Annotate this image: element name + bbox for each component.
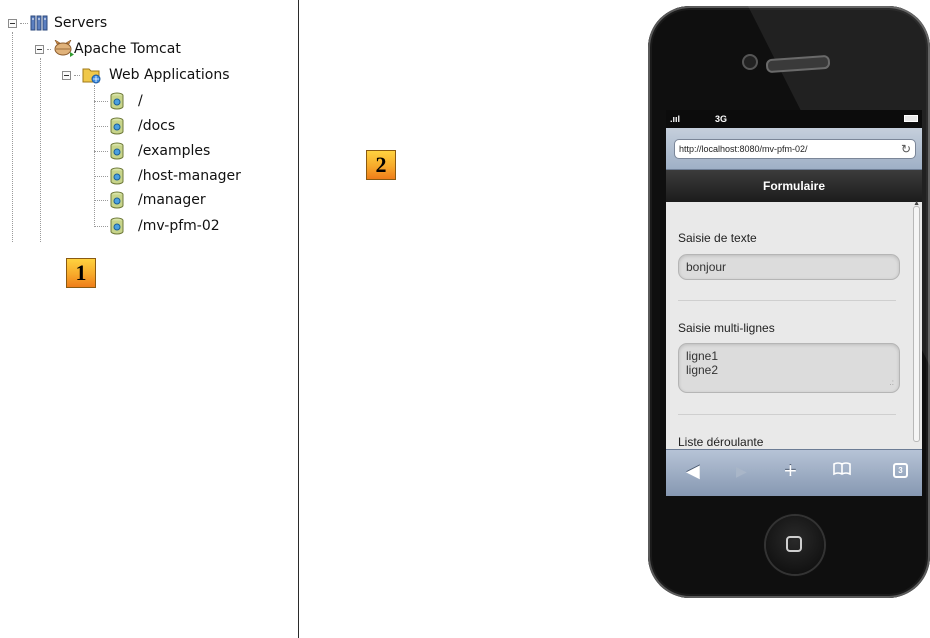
phone-frame: .ııl 3G http://localhost:8080/mv-pfm-02/… [648, 6, 930, 598]
tree-node-webapp[interactable]: /examples [94, 141, 210, 161]
tree-node-webapp[interactable]: / [94, 91, 143, 111]
servers-tree: Servers Apache Tomcat Web Applications /… [0, 0, 300, 638]
tabs-icon[interactable]: 3 [893, 463, 908, 478]
form-content: ▲ Saisie de texte bonjour Saisie multi-l… [666, 200, 922, 449]
tree-label: Servers [54, 15, 108, 31]
tree-connector [94, 225, 108, 227]
camera-icon [742, 54, 758, 70]
tree-connector [74, 74, 80, 76]
textarea-line: ligne1 [686, 349, 719, 363]
webapp-icon [110, 142, 124, 160]
tree-node-webapp[interactable]: /docs [94, 116, 175, 136]
tree-connector [94, 150, 108, 152]
step-badge-1: 1 [66, 258, 96, 288]
multiline-textarea[interactable]: ligne1 ligne2 .: [678, 343, 900, 393]
collapse-toggle-icon[interactable] [35, 44, 44, 54]
tree-label: /docs [138, 118, 176, 134]
status-bar: .ııl 3G [666, 110, 922, 128]
tree-connector [94, 199, 108, 201]
tree-label: /host-manager [138, 168, 241, 184]
tree-label: /mv-pfm-02 [138, 218, 220, 234]
webapp-icon [110, 117, 124, 135]
tree-node-apache-tomcat[interactable]: Apache Tomcat [35, 39, 181, 59]
textarea-line: ligne2 [686, 363, 719, 377]
bookmarks-icon[interactable] [832, 462, 852, 480]
servers-icon [30, 15, 48, 31]
tree-connector [94, 100, 108, 102]
url-text: http://localhost:8080/mv-pfm-02/ [679, 144, 808, 154]
web-applications-icon [82, 66, 102, 84]
webapp-icon [110, 191, 124, 209]
webapp-icon [110, 167, 124, 185]
tree-node-webapp[interactable]: /mv-pfm-02 [94, 216, 220, 236]
tree-node-webapp[interactable]: /host-manager [94, 166, 241, 186]
field-separator [678, 414, 896, 415]
tree-guide [40, 58, 41, 242]
tree-connector [47, 48, 51, 50]
tree-node-webapp[interactable]: /manager [94, 190, 206, 210]
tree-connector [94, 125, 108, 127]
tree-node-servers[interactable]: Servers [8, 13, 107, 33]
home-square-icon [786, 536, 802, 552]
tree-label: Web Applications [109, 67, 230, 83]
page-title: Formulaire [762, 179, 825, 193]
collapse-toggle-icon[interactable] [62, 70, 71, 80]
iphone-simulator: .ııl 3G http://localhost:8080/mv-pfm-02/… [648, 6, 930, 598]
home-button[interactable] [766, 516, 824, 574]
battery-icon [904, 115, 918, 122]
multiline-label: Saisie multi-lignes [678, 321, 775, 335]
tree-label: / [138, 93, 143, 109]
forward-icon[interactable]: ▶ [736, 462, 747, 480]
signal-indicator: .ııl [670, 114, 681, 124]
field-separator [678, 300, 896, 301]
panel-divider [298, 0, 299, 638]
network-type: 3G [715, 114, 728, 124]
tomcat-icon [53, 39, 74, 58]
webapp-icon [110, 92, 124, 110]
tree-connector [20, 22, 28, 24]
text-input-label: Saisie de texte [678, 231, 757, 245]
tree-node-web-applications[interactable]: Web Applications [62, 65, 230, 85]
browser-url-bar: http://localhost:8080/mv-pfm-02/ ↻ [666, 128, 922, 170]
phone-screen: .ııl 3G http://localhost:8080/mv-pfm-02/… [666, 110, 922, 496]
collapse-toggle-icon[interactable] [8, 18, 17, 28]
resize-grip-icon[interactable]: .: [890, 376, 894, 390]
tree-label: /examples [138, 143, 211, 159]
url-field[interactable]: http://localhost:8080/mv-pfm-02/ ↻ [674, 139, 916, 159]
step-badge-2: 2 [366, 150, 396, 180]
dropdown-label: Liste déroulante [678, 435, 764, 449]
scrollbar[interactable] [913, 206, 920, 442]
reload-icon[interactable]: ↻ [901, 140, 911, 158]
tree-label: Apache Tomcat [74, 41, 181, 57]
add-bookmark-icon[interactable]: + [784, 460, 797, 482]
tree-connector [94, 175, 108, 177]
back-icon[interactable]: ◀ [686, 462, 700, 480]
webapp-icon [110, 217, 124, 235]
browser-toolbar: ◀ ▶ + 3 [666, 449, 922, 496]
scroll-up-icon[interactable]: ▲ [913, 200, 920, 207]
tree-label: /manager [138, 192, 206, 208]
tree-guide [12, 32, 13, 242]
page-header: Formulaire [666, 170, 922, 203]
text-input-field[interactable]: bonjour [678, 254, 900, 280]
